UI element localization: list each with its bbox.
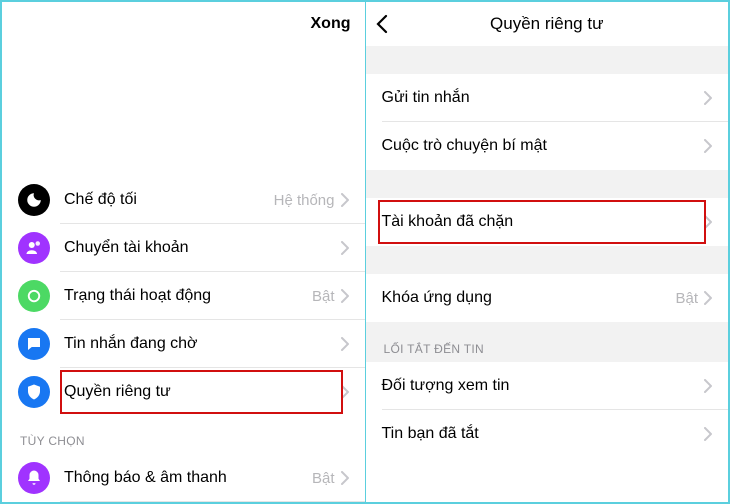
- row-value: Bật: [312, 288, 335, 305]
- bell-icon: [18, 462, 50, 494]
- spacer: [2, 46, 365, 176]
- back-button[interactable]: [376, 14, 388, 34]
- chevron-right-icon: [341, 385, 349, 399]
- row-secret-chat[interactable]: Cuộc trò chuyện bí mật: [366, 122, 729, 170]
- row-label: Trạng thái hoạt động: [64, 287, 312, 305]
- chevron-right-icon: [704, 427, 712, 441]
- section-gap: [366, 246, 729, 274]
- row-notifications[interactable]: Thông báo & âm thanh Bật: [2, 454, 365, 502]
- row-story-audience[interactable]: Đối tượng xem tin: [366, 362, 729, 410]
- row-label: Tài khoản đã chặn: [382, 213, 705, 231]
- chevron-right-icon: [704, 139, 712, 153]
- section-gap: [366, 170, 729, 198]
- row-blocked-accounts[interactable]: Tài khoản đã chặn: [366, 198, 729, 246]
- chevron-right-icon: [341, 289, 349, 303]
- header-right: Quyền riêng tư: [366, 2, 729, 46]
- row-label: Thông báo & âm thanh: [64, 469, 312, 487]
- chevron-right-icon: [704, 215, 712, 229]
- row-label: Khóa ứng dụng: [382, 289, 676, 307]
- row-label: Tin nhắn đang chờ: [64, 335, 341, 353]
- row-value: Bật: [675, 290, 698, 307]
- row-send-message[interactable]: Gửi tin nhắn: [366, 74, 729, 122]
- section-label-shortcuts: LỐI TẮT ĐẾN TIN: [366, 322, 729, 362]
- row-muted-stories[interactable]: Tin bạn đã tắt: [366, 410, 729, 458]
- row-message-requests[interactable]: Tin nhắn đang chờ: [2, 320, 365, 368]
- chevron-right-icon: [341, 193, 349, 207]
- row-app-lock[interactable]: Khóa ứng dụng Bật: [366, 274, 729, 322]
- active-status-icon: [18, 280, 50, 312]
- header-left: Xong: [2, 2, 365, 46]
- row-value: Bật: [312, 470, 335, 487]
- chevron-right-icon: [704, 379, 712, 393]
- page-title: Quyền riêng tư: [490, 14, 603, 34]
- chevron-right-icon: [341, 471, 349, 485]
- row-label: Chuyển tài khoản: [64, 239, 341, 257]
- row-label: Quyền riêng tư: [64, 383, 341, 401]
- chevron-right-icon: [704, 291, 712, 305]
- moon-icon: [18, 184, 50, 216]
- row-value: Hệ thống: [274, 192, 335, 209]
- row-label: Cuộc trò chuyện bí mật: [382, 137, 705, 155]
- chevron-right-icon: [341, 337, 349, 351]
- row-label: Gửi tin nhắn: [382, 89, 705, 107]
- switch-account-icon: [18, 232, 50, 264]
- chevron-right-icon: [341, 241, 349, 255]
- row-dark-mode[interactable]: Chế độ tối Hệ thống: [2, 176, 365, 224]
- row-active-status[interactable]: Trạng thái hoạt động Bật: [2, 272, 365, 320]
- row-switch-account[interactable]: Chuyển tài khoản: [2, 224, 365, 272]
- row-label: Chế độ tối: [64, 191, 274, 209]
- done-button[interactable]: Xong: [311, 15, 351, 33]
- row-label: Đối tượng xem tin: [382, 377, 705, 395]
- section-gap: [366, 46, 729, 74]
- chevron-right-icon: [704, 91, 712, 105]
- settings-pane: Xong Chế độ tối Hệ thống Chuyển tài khoả…: [2, 2, 366, 502]
- row-label: Tin bạn đã tắt: [382, 425, 705, 443]
- privacy-pane: Quyền riêng tư Gửi tin nhắn Cuộc trò chu…: [366, 2, 729, 502]
- message-icon: [18, 328, 50, 360]
- shield-icon: [18, 376, 50, 408]
- row-privacy[interactable]: Quyền riêng tư: [2, 368, 365, 416]
- section-label-options: TÙY CHỌN: [2, 416, 365, 454]
